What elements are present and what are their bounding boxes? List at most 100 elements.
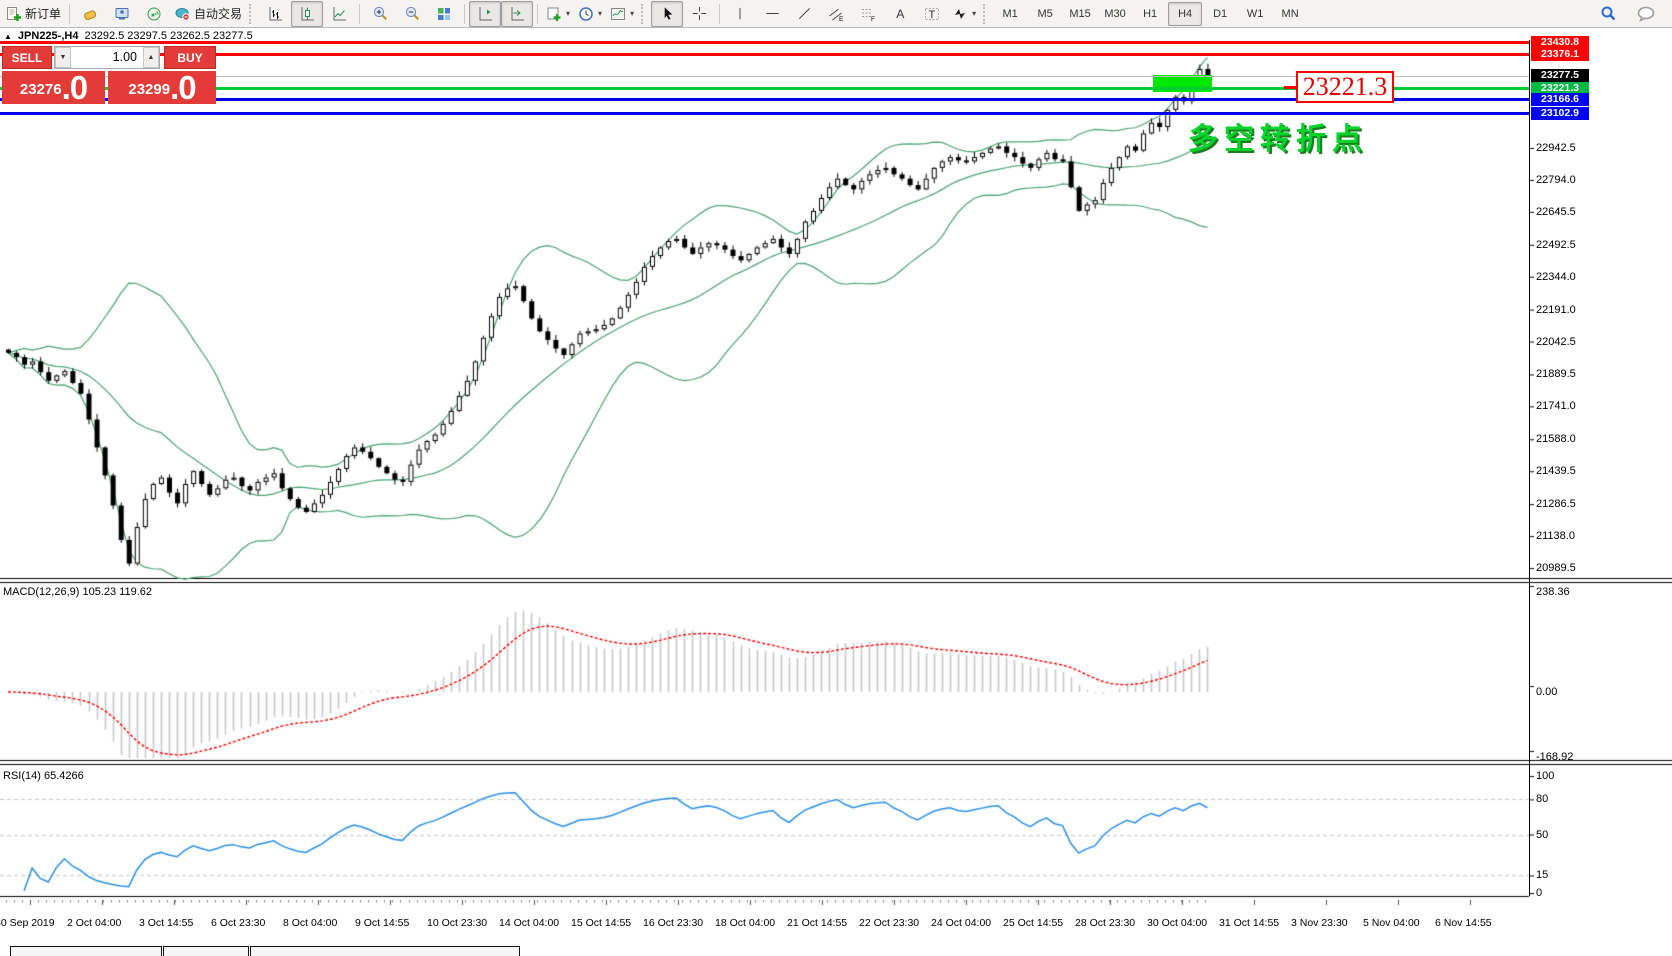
toolbar-right xyxy=(1592,1,1670,27)
timeframe-H1[interactable]: H1 xyxy=(1133,2,1167,26)
symbol-period: JPN225-,H4 xyxy=(18,30,79,42)
y-axis-label: 21588.0 xyxy=(1536,433,1576,445)
chat-button[interactable] xyxy=(1630,1,1662,27)
terminal-icon xyxy=(114,6,130,22)
x-axis-label: 25 Oct 14:55 xyxy=(1003,917,1063,929)
zoom-out-button[interactable] xyxy=(396,1,428,27)
autotrading-label: 自动交易 xyxy=(194,5,242,22)
macd-axis-label: 238.36 xyxy=(1536,586,1570,598)
crosshair-button[interactable] xyxy=(683,1,715,27)
timeframe-M5[interactable]: M5 xyxy=(1028,2,1062,26)
new-chart-button[interactable]: ▾ xyxy=(542,1,574,27)
label-button[interactable]: T xyxy=(916,1,948,27)
price-tag: 23376.1 xyxy=(1531,48,1589,61)
rsi-axis-label: 80 xyxy=(1536,793,1548,805)
cursor-button[interactable] xyxy=(651,1,683,27)
new-order-label: 新订单 xyxy=(25,5,61,22)
y-axis-label: 22645.5 xyxy=(1536,206,1576,218)
new-order-button[interactable]: 新订单 xyxy=(2,1,65,27)
signal-icon xyxy=(146,6,162,22)
indicators-icon xyxy=(610,6,626,22)
signals-button[interactable] xyxy=(138,1,170,27)
macd-axis-label: 0.00 xyxy=(1536,686,1557,698)
trendline-button[interactable] xyxy=(788,1,820,27)
x-axis-label: 10 Oct 23:30 xyxy=(427,917,487,929)
chevron-down-icon: ▾ xyxy=(630,9,634,18)
timeframe-group: M1M5M15M30H1H4D1W1MN xyxy=(993,2,1307,26)
toolbar-grip[interactable] xyxy=(249,4,254,24)
volume-up-button[interactable]: ▲ xyxy=(143,47,159,68)
rsi-axis-label: 0 xyxy=(1536,887,1542,899)
x-axis-label: 15 Oct 14:55 xyxy=(571,917,631,929)
auto-scroll-button[interactable] xyxy=(501,1,533,27)
horizontal-line-icon xyxy=(765,6,780,21)
indicators-button[interactable]: ▾ xyxy=(606,1,638,27)
timeframe-D1[interactable]: D1 xyxy=(1203,2,1237,26)
x-axis-label: 6 Oct 23:30 xyxy=(211,917,265,929)
tile-windows-button[interactable] xyxy=(428,1,460,27)
timeframe-H4[interactable]: H4 xyxy=(1168,2,1202,26)
volume-down-button[interactable]: ▼ xyxy=(55,47,71,68)
toolbar-grip[interactable] xyxy=(983,4,988,24)
volume-value[interactable]: 1.00 xyxy=(71,47,143,68)
x-axis-label: 3 Oct 14:55 xyxy=(139,917,193,929)
horizontal-line-button[interactable] xyxy=(756,1,788,27)
vertical-line-button[interactable] xyxy=(724,1,756,27)
zoom-out-icon xyxy=(404,5,421,22)
crosshair-icon xyxy=(692,6,707,21)
autotrading-button[interactable]: 自动交易 xyxy=(170,1,246,27)
x-axis-label: 2 Oct 04:00 xyxy=(67,917,121,929)
period-button[interactable]: ▾ xyxy=(574,1,606,27)
text-button[interactable]: A xyxy=(884,1,916,27)
equidistant-channel-button[interactable]: E xyxy=(820,1,852,27)
svg-text:F: F xyxy=(871,16,875,22)
timeframe-W1[interactable]: W1 xyxy=(1238,2,1272,26)
timeframe-M15[interactable]: M15 xyxy=(1063,2,1097,26)
arrows-button[interactable]: ▾ xyxy=(948,1,980,27)
y-axis-label: 22794.0 xyxy=(1536,174,1576,186)
horizontal-level-line[interactable] xyxy=(0,53,1529,56)
timeframe-M30[interactable]: M30 xyxy=(1098,2,1132,26)
buy-price[interactable]: 23299.0 xyxy=(108,71,216,104)
x-axis-label: 28 Oct 23:30 xyxy=(1075,917,1135,929)
line-chart-button[interactable] xyxy=(323,1,355,27)
chart-area[interactable]: ▲ JPN225-,H4 23292.5 23297.5 23262.5 232… xyxy=(0,28,1672,954)
timeframe-MN[interactable]: MN xyxy=(1273,2,1307,26)
buy-button[interactable]: BUY xyxy=(164,46,216,69)
macd-axis-label: -168.92 xyxy=(1536,751,1573,763)
chart-shift-button[interactable] xyxy=(469,1,501,27)
timeframe-M1[interactable]: M1 xyxy=(993,2,1027,26)
divider xyxy=(719,4,720,24)
bar-chart-button[interactable] xyxy=(259,1,291,27)
sell-price-main: 23276 xyxy=(20,77,62,103)
new-chart-icon xyxy=(546,6,562,22)
sell-price[interactable]: 23276.0 xyxy=(2,71,105,104)
zoom-in-button[interactable] xyxy=(364,1,396,27)
toolbar-grip[interactable] xyxy=(641,4,646,24)
sell-button[interactable]: SELL xyxy=(2,46,52,69)
chart-title: ▲ JPN225-,H4 23292.5 23297.5 23262.5 232… xyxy=(4,30,253,42)
search-button[interactable] xyxy=(1592,1,1624,27)
mql-editor-button[interactable] xyxy=(74,1,106,27)
oneclick-top-row: SELL ▼ 1.00 ▲ BUY xyxy=(2,46,216,69)
auto-scroll-icon xyxy=(509,6,525,22)
fibonacci-icon: F xyxy=(860,6,876,22)
x-axis-label: 31 Oct 14:55 xyxy=(1219,917,1279,929)
oneclick-toggle-icon[interactable]: ▲ xyxy=(4,32,12,41)
chat-icon xyxy=(1637,6,1656,22)
terminal-button[interactable] xyxy=(106,1,138,27)
chevron-down-icon: ▾ xyxy=(598,9,602,18)
y-axis-label: 22492.5 xyxy=(1536,239,1576,251)
fibonacci-button[interactable]: F xyxy=(852,1,884,27)
arrows-icon xyxy=(952,6,968,22)
main-chart-canvas[interactable] xyxy=(0,28,1672,954)
clock-icon xyxy=(578,6,594,22)
x-axis-label: 30 Oct 04:00 xyxy=(1147,917,1207,929)
y-axis-label: 21439.5 xyxy=(1536,465,1576,477)
price-tag: 23166.6 xyxy=(1531,93,1589,106)
candlestick-chart-button[interactable] xyxy=(291,1,323,27)
price-callout[interactable]: 23221.3 xyxy=(1296,71,1394,103)
annotation-text[interactable]: 多空转折点 xyxy=(1188,114,1368,158)
rsi-axis-label: 50 xyxy=(1536,829,1548,841)
rsi-axis-label: 15 xyxy=(1536,869,1548,881)
